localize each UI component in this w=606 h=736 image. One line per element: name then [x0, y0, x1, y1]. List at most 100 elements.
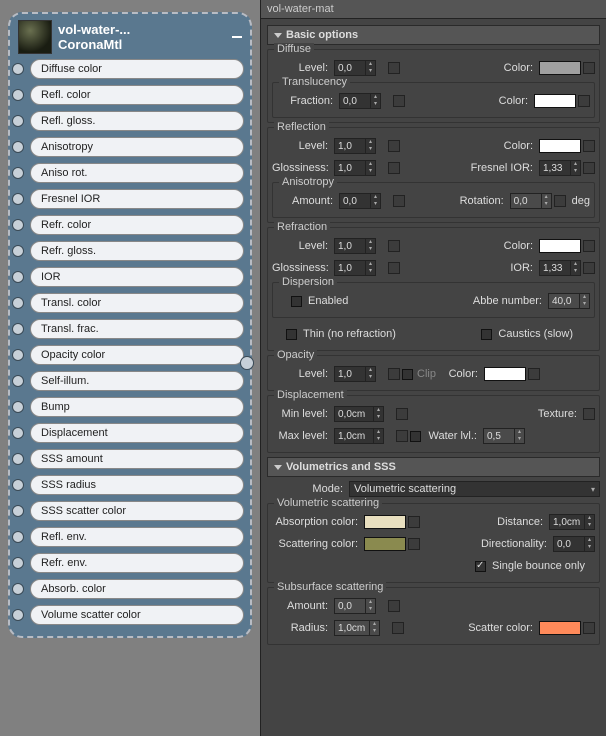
- input-port[interactable]: [12, 245, 24, 257]
- map-slot[interactable]: [396, 430, 408, 442]
- color-swatch[interactable]: [539, 239, 581, 253]
- input-port[interactable]: [12, 271, 24, 283]
- mode-select[interactable]: Volumetric scattering: [349, 481, 600, 497]
- spinner[interactable]: 1,33▴▾: [539, 160, 581, 176]
- map-slot[interactable]: [388, 162, 400, 174]
- spinner[interactable]: 1,0cm▴▾: [334, 428, 384, 444]
- input-port[interactable]: [12, 531, 24, 543]
- material-node[interactable]: vol-water-... CoronaMtl Diffuse colorRef…: [8, 12, 252, 638]
- color-swatch[interactable]: [539, 139, 581, 153]
- input-port[interactable]: [12, 115, 24, 127]
- slot-label[interactable]: Transl. frac.: [30, 319, 244, 339]
- node-output-port[interactable]: [240, 356, 254, 370]
- input-port[interactable]: [12, 219, 24, 231]
- input-port[interactable]: [12, 297, 24, 309]
- slot-label[interactable]: Bump: [30, 397, 244, 417]
- map-slot[interactable]: [388, 62, 400, 74]
- spinner[interactable]: 1,0▴▾: [334, 138, 376, 154]
- slot-label[interactable]: Absorb. color: [30, 579, 244, 599]
- spinner[interactable]: 0,0▴▾: [553, 536, 595, 552]
- input-port[interactable]: [12, 427, 24, 439]
- slot-label[interactable]: Refl. env.: [30, 527, 244, 547]
- checkbox[interactable]: [291, 296, 302, 307]
- spinner[interactable]: 1,0▴▾: [334, 238, 376, 254]
- slot-label[interactable]: Refr. color: [30, 215, 244, 235]
- input-port[interactable]: [12, 63, 24, 75]
- spinner[interactable]: 0,0▴▾: [334, 60, 376, 76]
- slot-label[interactable]: SSS radius: [30, 475, 244, 495]
- map-slot[interactable]: [583, 162, 595, 174]
- map-slot[interactable]: [583, 62, 595, 74]
- map-slot[interactable]: [388, 262, 400, 274]
- input-port[interactable]: [12, 453, 24, 465]
- checkbox[interactable]: [402, 369, 413, 380]
- color-swatch[interactable]: [539, 61, 581, 75]
- map-slot[interactable]: [393, 195, 405, 207]
- checkbox[interactable]: [286, 329, 297, 340]
- slot-label[interactable]: SSS scatter color: [30, 501, 244, 521]
- map-slot[interactable]: [388, 368, 400, 380]
- input-port[interactable]: [12, 583, 24, 595]
- map-slot[interactable]: [388, 140, 400, 152]
- color-swatch[interactable]: [364, 515, 406, 529]
- spinner[interactable]: 1,0▴▾: [334, 260, 376, 276]
- slot-label[interactable]: Anisotropy: [30, 137, 244, 157]
- collapse-icon[interactable]: [232, 36, 242, 38]
- map-slot[interactable]: [583, 140, 595, 152]
- map-slot[interactable]: [393, 95, 405, 107]
- input-port[interactable]: [12, 609, 24, 621]
- slot-label[interactable]: Refl. gloss.: [30, 111, 244, 131]
- input-port[interactable]: [12, 89, 24, 101]
- input-port[interactable]: [12, 167, 24, 179]
- slot-label[interactable]: Opacity color: [30, 345, 244, 365]
- slot-label[interactable]: IOR: [30, 267, 244, 287]
- map-slot[interactable]: [554, 195, 566, 207]
- map-slot[interactable]: [408, 538, 420, 550]
- slot-label[interactable]: Self-illum.: [30, 371, 244, 391]
- checkbox[interactable]: [410, 431, 421, 442]
- checkbox[interactable]: [475, 561, 486, 572]
- spinner[interactable]: 0,0▴▾: [339, 93, 381, 109]
- map-slot[interactable]: [388, 600, 400, 612]
- slot-label[interactable]: Fresnel IOR: [30, 189, 244, 209]
- slot-label[interactable]: SSS amount: [30, 449, 244, 469]
- slot-label[interactable]: Diffuse color: [30, 59, 244, 79]
- rollout-basic[interactable]: Basic options: [267, 25, 600, 45]
- rollout-volumetrics[interactable]: Volumetrics and SSS: [267, 457, 600, 477]
- input-port[interactable]: [12, 193, 24, 205]
- input-port[interactable]: [12, 479, 24, 491]
- spinner[interactable]: 0,0cm▴▾: [334, 406, 384, 422]
- input-port[interactable]: [12, 141, 24, 153]
- color-swatch[interactable]: [484, 367, 526, 381]
- spinner[interactable]: 1,0▴▾: [334, 366, 376, 382]
- input-port[interactable]: [12, 349, 24, 361]
- input-port[interactable]: [12, 505, 24, 517]
- slot-label[interactable]: Aniso rot.: [30, 163, 244, 183]
- map-slot[interactable]: [578, 95, 590, 107]
- input-port[interactable]: [12, 323, 24, 335]
- checkbox[interactable]: [481, 329, 492, 340]
- input-port[interactable]: [12, 401, 24, 413]
- slot-label[interactable]: Refl. color: [30, 85, 244, 105]
- spinner[interactable]: 0,0▴▾: [339, 193, 381, 209]
- map-slot[interactable]: [392, 622, 404, 634]
- map-slot[interactable]: [583, 622, 595, 634]
- map-slot[interactable]: [396, 408, 408, 420]
- map-slot[interactable]: [583, 262, 595, 274]
- slot-label[interactable]: Volume scatter color: [30, 605, 244, 625]
- color-swatch[interactable]: [364, 537, 406, 551]
- map-slot[interactable]: [408, 516, 420, 528]
- slot-label[interactable]: Displacement: [30, 423, 244, 443]
- color-swatch[interactable]: [534, 94, 576, 108]
- color-swatch[interactable]: [539, 621, 581, 635]
- map-slot[interactable]: [528, 368, 540, 380]
- spinner[interactable]: 1,0▴▾: [334, 160, 376, 176]
- map-slot[interactable]: [583, 240, 595, 252]
- tab-title[interactable]: vol-water-mat: [261, 0, 606, 19]
- input-port[interactable]: [12, 557, 24, 569]
- input-port[interactable]: [12, 375, 24, 387]
- slot-label[interactable]: Refr. env.: [30, 553, 244, 573]
- slot-label[interactable]: Refr. gloss.: [30, 241, 244, 261]
- map-slot[interactable]: [388, 240, 400, 252]
- spinner[interactable]: 1,0cm▴▾: [549, 514, 595, 530]
